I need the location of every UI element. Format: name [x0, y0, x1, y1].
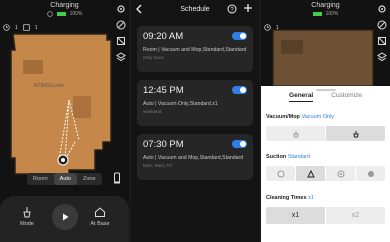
vacuum-mop-value: Vacuum Only	[301, 114, 335, 120]
schedule-freq: Mon, Wed, Fri	[143, 163, 172, 168]
cleaning-times-selector: x1 x2	[266, 207, 385, 224]
settings-tabs: General Customize	[261, 92, 390, 102]
suction-label: Suction	[266, 154, 287, 160]
vacuum-icon	[352, 130, 359, 137]
tab-general[interactable]: General	[289, 92, 314, 102]
clock-icon	[264, 24, 271, 31]
floor-map[interactable]	[9, 30, 113, 176]
map-edit-icon[interactable]	[116, 36, 126, 46]
cleaning-times-heading: Cleaning Times x1	[266, 195, 314, 201]
fan-standard-icon	[306, 169, 315, 177]
schedule-freq: Only once	[143, 55, 164, 60]
schedule-card[interactable]: 12:45 PM Auto | Vacuum Only,Standard,x1 …	[137, 80, 253, 126]
clean-area: 1	[276, 24, 279, 31]
home-base-icon	[95, 207, 105, 217]
suction-max-option[interactable]	[356, 166, 385, 181]
schedule-freq: weekend	[143, 109, 162, 114]
schedule-screen: Schedule ? 09:20 AM Room | Vacuum and Mo…	[131, 0, 259, 242]
layers-icon[interactable]	[116, 52, 126, 62]
battery-level: 100%	[69, 11, 83, 17]
mode-zone[interactable]: Zone	[77, 173, 102, 185]
suction-standard-option[interactable]	[296, 166, 326, 181]
help-icon[interactable]: ?	[227, 4, 237, 14]
at-base-label: At Base	[90, 221, 110, 227]
suction-turbo-option[interactable]	[326, 166, 356, 181]
clean-info: 1	[264, 24, 279, 31]
bottom-action-bar: Mode At Base	[0, 196, 129, 242]
status-header: Charging 100%	[0, 2, 129, 17]
suction-selector	[266, 166, 385, 181]
no-go-zone-icon[interactable]	[377, 20, 387, 30]
map-screen: Charging 100% 1 1 RTINGS.com Room Auto Z…	[0, 0, 129, 242]
mode-room[interactable]: Room	[27, 173, 54, 185]
mode-auto[interactable]: Auto	[53, 173, 77, 185]
vacuum-and-mop-option[interactable]	[266, 126, 326, 141]
no-go-zone-icon[interactable]	[116, 20, 126, 30]
fan-max-icon	[367, 170, 374, 177]
vacuum-mop-label: Vacuum/Mop	[266, 114, 300, 120]
robot-icon	[46, 11, 53, 17]
tab-customize[interactable]: Customize	[331, 92, 362, 102]
schedule-card[interactable]: 09:20 AM Room | Vacuum and Mop,Standard,…	[137, 26, 253, 72]
map-edit-icon[interactable]	[377, 36, 387, 46]
settings-icon[interactable]	[116, 4, 126, 14]
fan-turbo-icon	[337, 170, 344, 177]
schedule-header: Schedule ?	[131, 0, 259, 18]
schedule-toggle[interactable]	[232, 86, 247, 94]
vacuum-mop-heading: Vacuum/Mop Vacuum Only	[266, 114, 334, 120]
suction-value: Standard	[287, 154, 311, 160]
back-icon[interactable]	[135, 4, 143, 14]
schedule-toggle[interactable]	[232, 140, 247, 148]
play-icon	[63, 213, 69, 221]
start-clean-button[interactable]	[52, 204, 78, 230]
fan-quiet-icon	[277, 170, 284, 177]
brush-icon	[23, 207, 31, 218]
mode-selector: Room Auto Zone	[27, 173, 102, 185]
suction-quiet-option[interactable]	[266, 166, 296, 181]
settings-icon[interactable]	[377, 4, 387, 14]
map-watermark: RTINGS.com	[34, 83, 64, 89]
battery-level: 100%	[325, 11, 339, 17]
mode-button[interactable]: Mode	[12, 206, 42, 227]
schedule-toggle[interactable]	[232, 32, 247, 40]
schedule-card[interactable]: 07:30 PM Auto | Vacuum and Mop,Standard,…	[137, 134, 253, 180]
layers-icon[interactable]	[377, 52, 387, 62]
clean-settings-screen: Charging 100% 1 General Customize Vacuum…	[261, 0, 390, 242]
vacuum-only-option[interactable]	[326, 126, 385, 141]
suction-heading: Suction Standard	[266, 154, 310, 160]
vacuum-icon[interactable]	[113, 172, 121, 184]
cleaning-times-x2[interactable]: x2	[326, 207, 385, 224]
battery-icon	[312, 12, 322, 16]
schedule-desc: Room | Vacuum and Mop,Standard,Standard	[143, 47, 247, 53]
vacuum-mop-selector	[266, 126, 385, 141]
status-title: Charging	[50, 2, 79, 9]
at-base-button[interactable]: At Base	[85, 206, 115, 227]
schedule-desc: Auto | Vacuum Only,Standard,x1	[143, 101, 218, 107]
battery-icon	[56, 12, 66, 16]
cleaning-times-label: Cleaning Times	[266, 195, 307, 201]
vacuum-mop-icon	[292, 130, 299, 137]
schedule-desc: Auto | Vacuum and Mop,Standard,Standard	[143, 155, 244, 161]
status-header: Charging 100%	[261, 2, 390, 17]
add-icon[interactable]	[243, 3, 253, 13]
page-title: Schedule	[180, 5, 210, 13]
cleaning-times-x1[interactable]: x1	[266, 207, 326, 224]
status-title: Charging	[311, 2, 340, 9]
map-tools	[116, 4, 126, 62]
mode-button-label: Mode	[20, 221, 34, 227]
settings-sheet: General Customize Vacuum/Mop Vacuum Only…	[261, 86, 390, 242]
sheet-handle[interactable]	[316, 89, 336, 91]
map-tools	[377, 4, 387, 62]
cleaning-times-value: x1	[308, 195, 314, 201]
